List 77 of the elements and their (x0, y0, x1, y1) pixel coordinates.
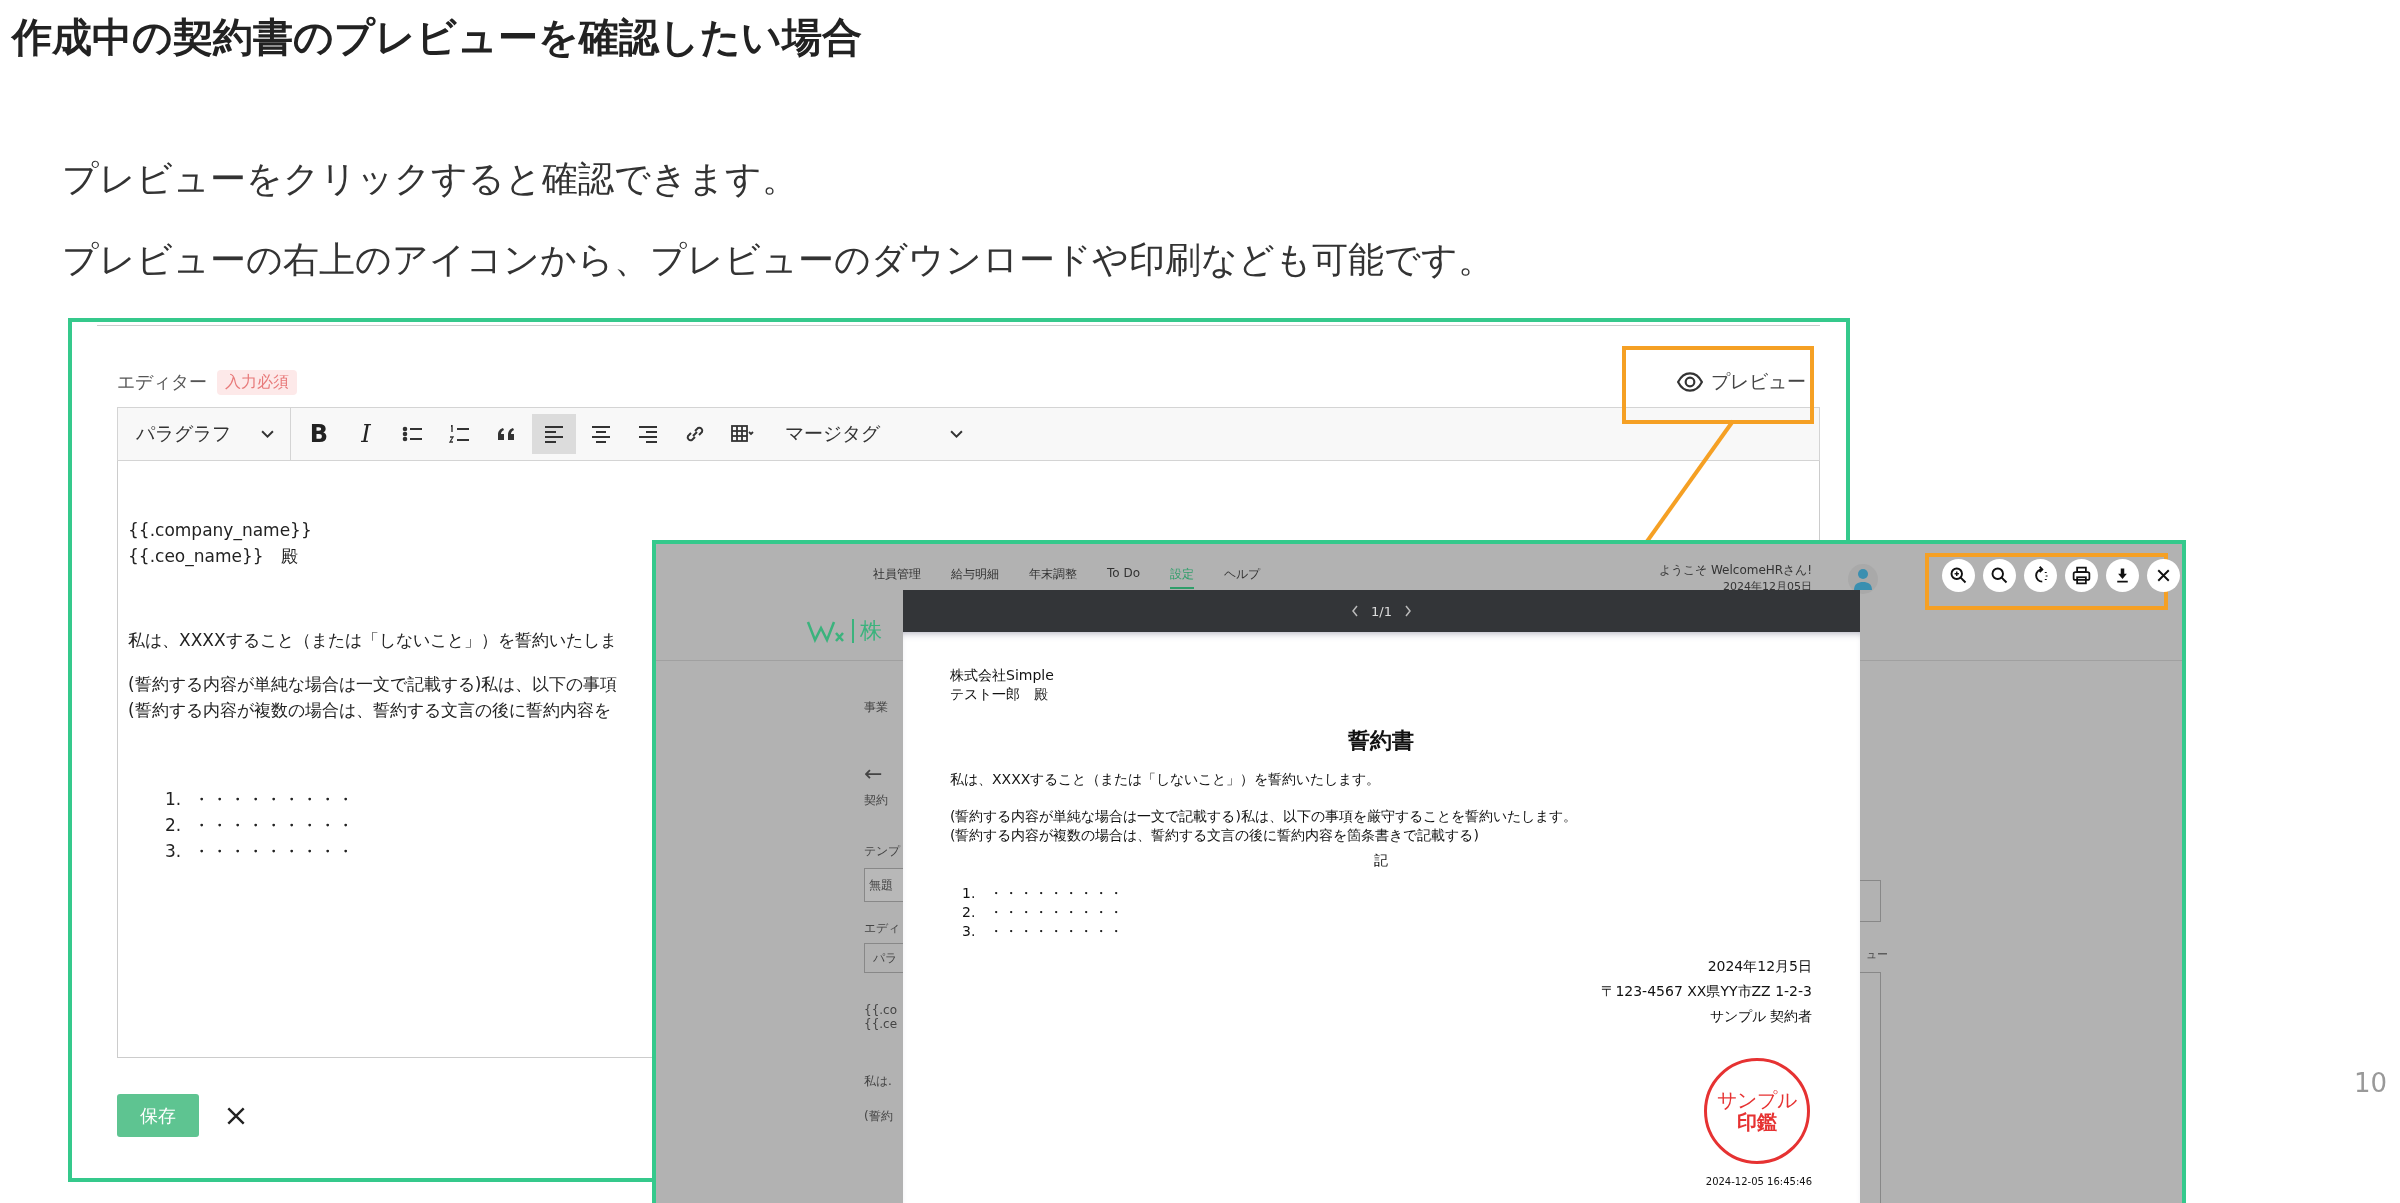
list-text: ・・・・・・・・・ (989, 884, 1125, 903)
editor-text: {{.ceo_name}} 殿 (128, 545, 298, 569)
align-left-button[interactable] (532, 414, 576, 454)
list-number: 3. (165, 840, 182, 863)
document-title: 誓約書 (1347, 727, 1415, 755)
nav-tab[interactable]: ヘルプ (1224, 566, 1261, 589)
field-label: エディター (117, 370, 207, 394)
slide-text: プレビューをクリックすると確認できます。 (61, 157, 799, 201)
page-number: 10 (2354, 1068, 2388, 1098)
list-text: ・・・・・・・・・ (193, 814, 356, 837)
document-address: 〒123-4567 XX県YY市ZZ 1-2-3 (1601, 982, 1812, 1001)
avatar-icon (1848, 564, 1878, 594)
editor-text: (誓約する内容が複数の場合は、誓約する文言の後に誓約内容を (128, 699, 611, 722)
greeting-text: ようこそ WelcomeHRさん! (1659, 562, 1812, 579)
nav-tab[interactable]: 年末調整 (1029, 566, 1077, 589)
nav-tab[interactable]: To Do (1107, 566, 1141, 589)
rotate-button[interactable] (2024, 559, 2057, 592)
background-text: 契約 (864, 792, 889, 809)
background-text: (誓約 (864, 1108, 894, 1125)
editor-text: 私は、XXXXすること（または「しないこと」）を誓約いたしま (128, 629, 617, 652)
background-text: 私は. (864, 1073, 893, 1090)
list-number: 1. (165, 788, 182, 811)
document-date: 2024年12月5日 (1707, 957, 1812, 976)
slide-text: プレビューの右上のアイコンから、プレビューのダウンロードや印刷なども可能です。 (61, 238, 1495, 282)
document-text: (誓約する内容が単純な場合は一文で記載する)私は、以下の事項を厳守することを誓約いたします。 (950, 807, 1578, 826)
list-text: ・・・・・・・・・ (193, 840, 356, 863)
seal-stamp: サンプル 印鑑 (1704, 1058, 1810, 1164)
background-text: テンプ (864, 843, 902, 860)
zoom-out-icon (1989, 565, 2010, 586)
preview-button[interactable]: プレビュー (1677, 365, 1820, 399)
background-text: 事業 (864, 699, 889, 716)
nav-tab[interactable]: 給与明細 (951, 566, 999, 589)
list-number: 2. (962, 903, 976, 922)
numbered-list-icon (448, 422, 472, 446)
page-indicator: 1/1 (1371, 603, 1392, 619)
logo-icon (806, 619, 846, 643)
background-text: ← (864, 761, 884, 786)
background-text: {{.co (864, 1003, 899, 1017)
bold-button[interactable]: B (297, 414, 341, 454)
list-text: ・・・・・・・・・ (989, 903, 1125, 922)
next-page-icon[interactable] (1403, 605, 1412, 617)
editor-text: {{.company_name}} (128, 519, 312, 543)
italic-button[interactable]: I (344, 414, 388, 454)
close-button[interactable] (2147, 559, 2180, 592)
list-text: ・・・・・・・・・ (193, 788, 356, 811)
eye-icon (1677, 369, 1703, 395)
timestamp: 2024-12-05 16:45:46 (1705, 1175, 1812, 1189)
list-number: 2. (165, 814, 182, 837)
background-text: ュー (1866, 947, 1888, 962)
zoom-out-button[interactable] (1983, 559, 2016, 592)
editor-text: (誓約する内容が単純な場合は一文で記載する)私は、以下の事項 (128, 673, 618, 696)
list-text: ・・・・・・・・・ (989, 922, 1125, 941)
document-text: 私は、XXXXすること（または「しないこと」）を誓約いたします。 (950, 770, 1382, 789)
previous-page-icon[interactable] (1351, 605, 1360, 617)
document-text: サンプル 契約者 (1709, 1007, 1812, 1026)
caret-icon (950, 429, 963, 439)
document-text: テスト一郎 殿 (950, 685, 1049, 704)
document-text: (誓約する内容が複数の場合は、誓約する文言の後に誓約内容を箇条書きで記載する) (950, 826, 1480, 845)
required-badge: 入力必須 (217, 369, 297, 395)
document-text: 株式会社Simple (950, 666, 1055, 685)
zoom-in-icon (1948, 565, 1969, 586)
paragraph-select[interactable]: パラグラフ (118, 408, 290, 460)
print-icon (2071, 565, 2092, 586)
merge-tag-select[interactable]: マージタグ (767, 408, 979, 460)
input-field: 無題 (864, 868, 903, 902)
company-name: 株 (860, 617, 882, 645)
list-number: 3. (962, 922, 976, 941)
slide-title: 作成中の契約書のプレビューを確認したい場合 (10, 13, 863, 62)
background-text: エディ (864, 920, 901, 937)
document-text: 記 (1374, 852, 1388, 868)
print-button[interactable] (2065, 559, 2098, 592)
download-button[interactable] (2106, 559, 2139, 592)
list-number: 1. (962, 884, 976, 903)
background-text: {{.ce (864, 1017, 899, 1031)
zoom-in-button[interactable] (1942, 559, 1975, 592)
caret-icon (261, 429, 274, 439)
nav-tab[interactable]: 社員管理 (873, 566, 921, 589)
